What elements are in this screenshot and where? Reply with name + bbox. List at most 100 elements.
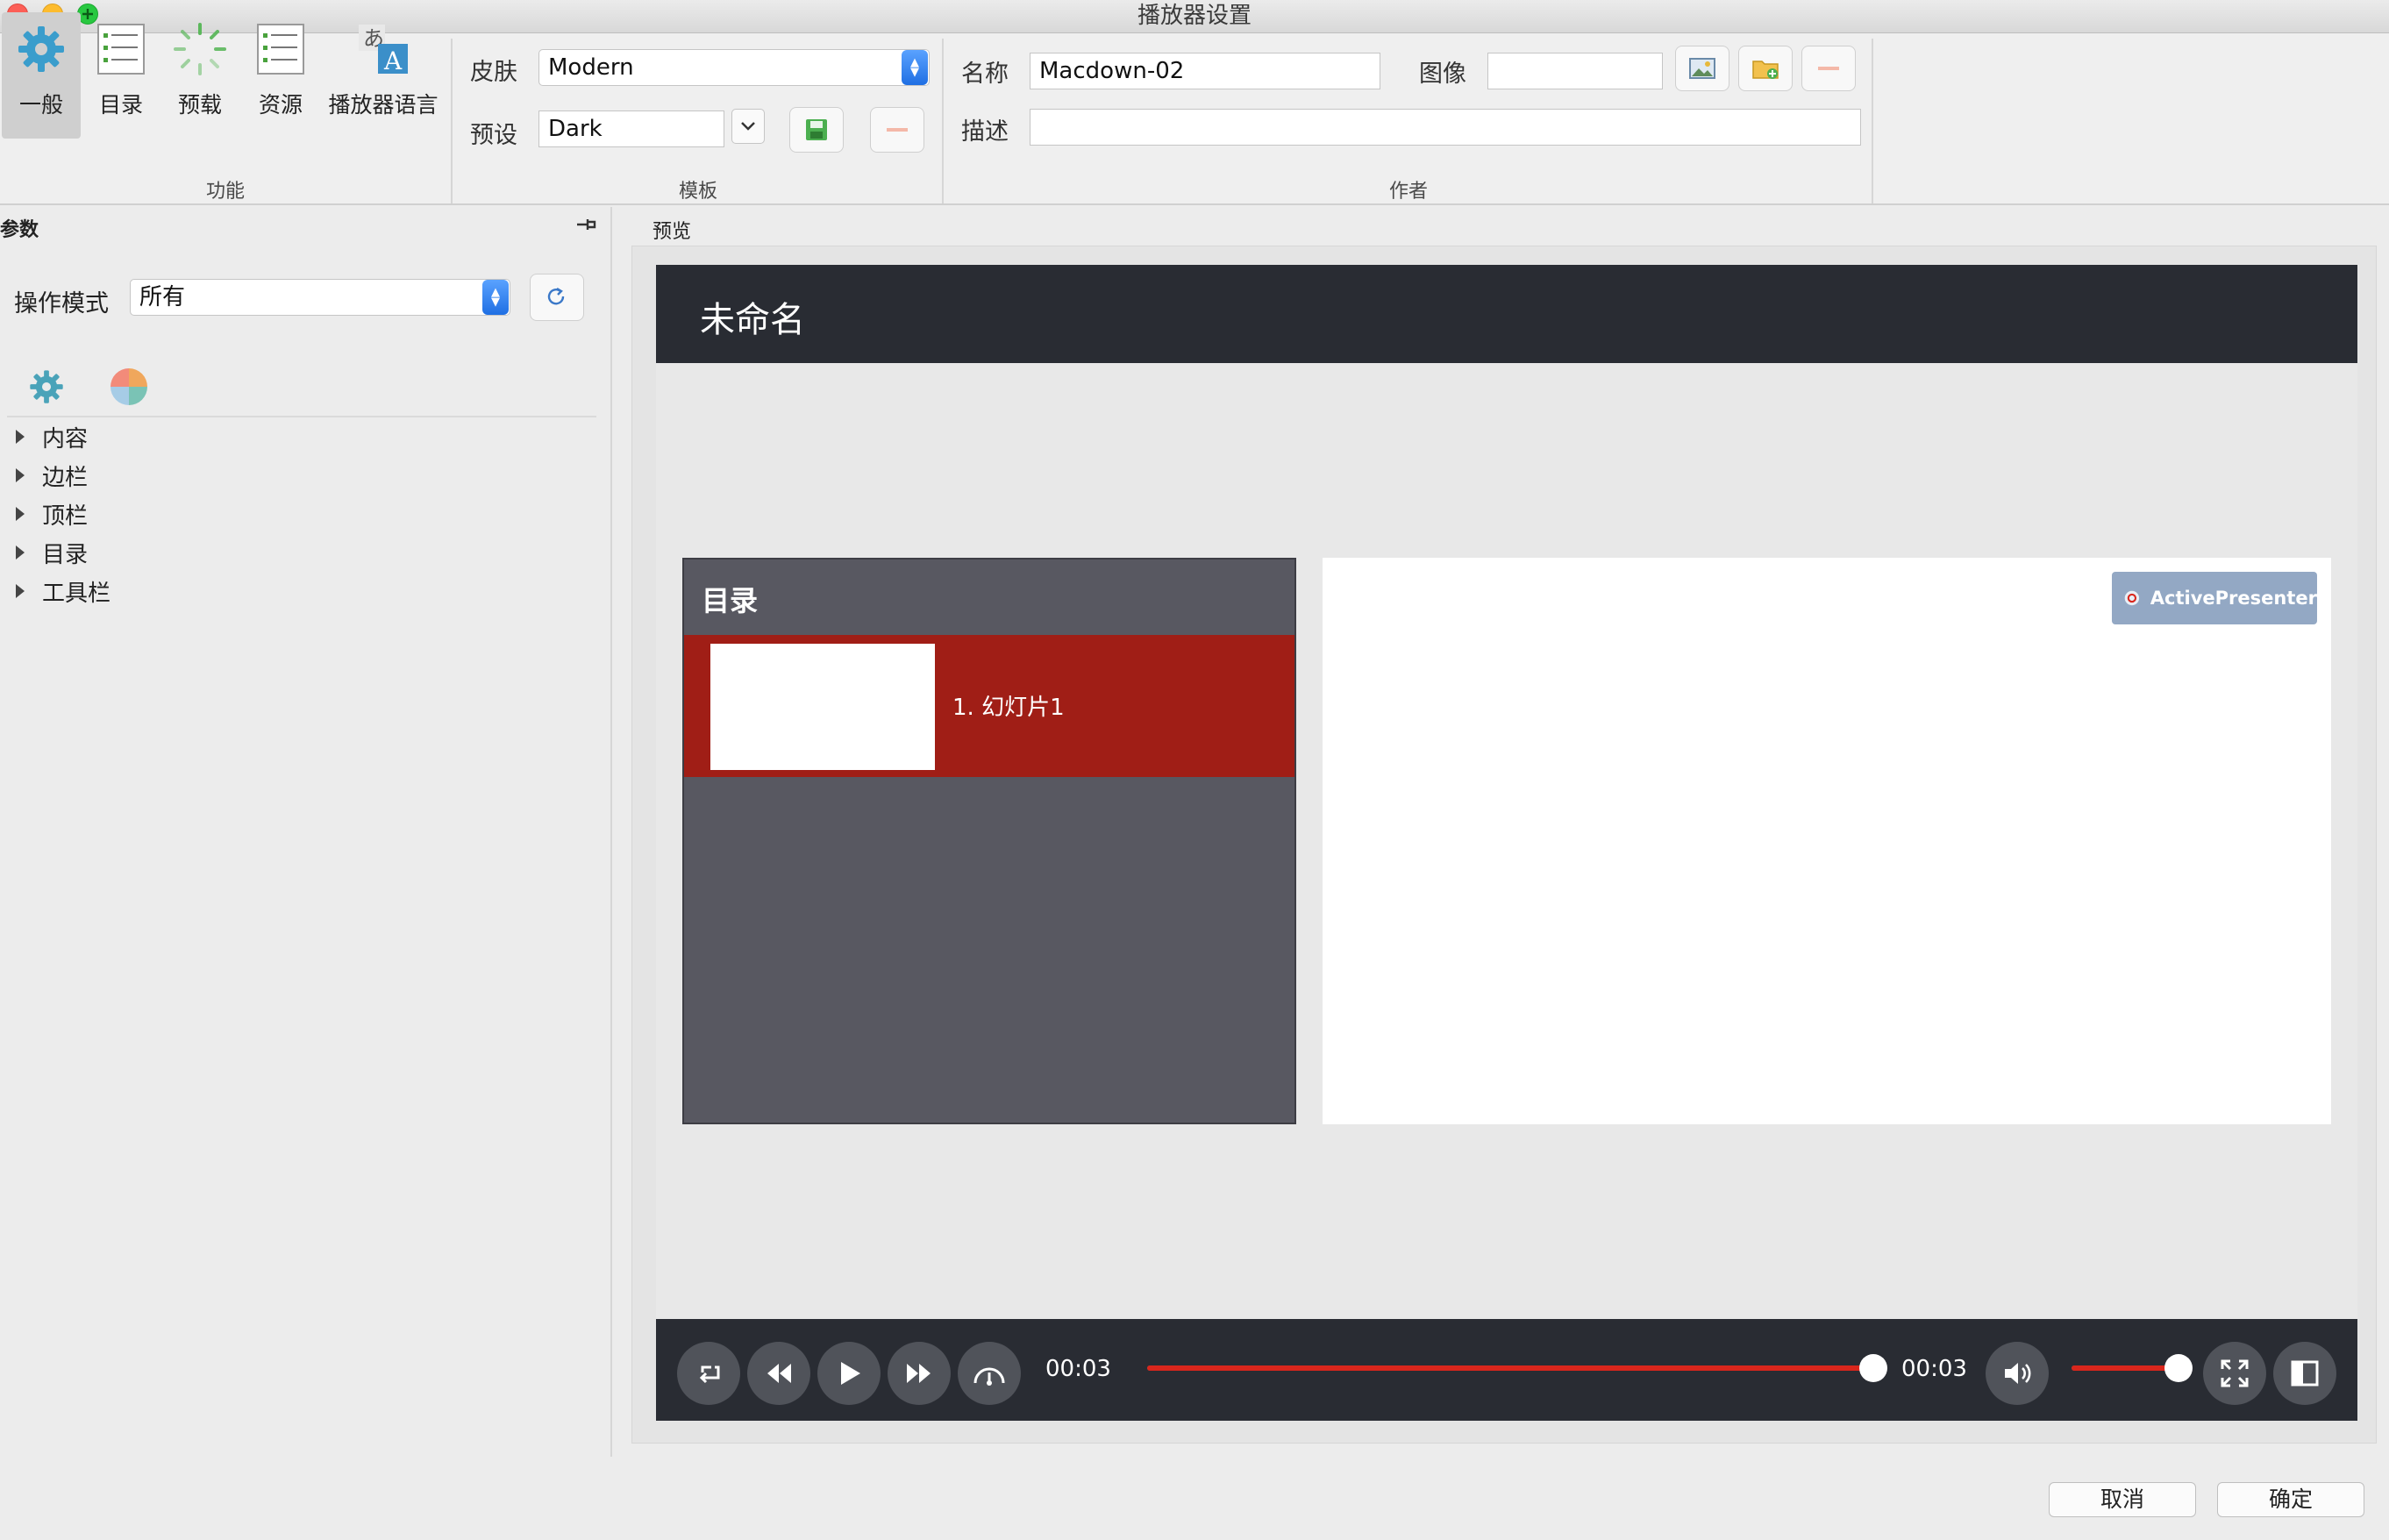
gear-icon [30,370,63,403]
open-folder-button[interactable] [1738,46,1793,91]
disclosure-triangle-icon [16,468,25,482]
params-panel-title: 参数 [0,219,39,241]
template-group-label: 模板 [678,181,717,203]
volume-slider-fill [2072,1365,2179,1371]
reset-button[interactable] [530,274,584,321]
author-group-label: 作者 [1388,181,1428,203]
slide-area: ActivePresenter [1323,558,2331,1124]
skin-select[interactable]: Modern ▲ ▼ [538,49,930,86]
watermark-badge: ActivePresenter [2112,572,2317,624]
disclosure-triangle-icon [16,545,25,560]
description-input[interactable] [1030,109,1861,146]
params-panel [0,207,612,1457]
folder-icon [1752,61,1779,79]
svg-text:A: A [383,46,403,75]
cancel-button[interactable]: 取消 [2049,1482,2196,1517]
up-down-chevron-icon: ▲ ▼ [482,280,509,315]
forward-button[interactable] [888,1342,951,1405]
tree-item-toc[interactable]: 目录 [16,535,88,570]
player-title: 未命名 [700,300,805,340]
disclosure-triangle-icon [16,584,25,598]
gear-icon [18,26,64,72]
tree-item-label: 边栏 [42,464,89,491]
activepresenter-logo-icon [2124,590,2140,606]
fullscreen-button[interactable] [2203,1342,2266,1405]
save-icon [806,119,827,140]
resources-button-label: 资源 [258,92,303,118]
preset-input[interactable]: Dark [538,111,724,147]
ok-button[interactable]: 确定 [2217,1482,2364,1517]
refresh-icon [547,287,565,305]
tree-item-sidebar[interactable]: 边栏 [16,458,88,493]
preload-button-label: 预载 [177,92,222,118]
color-wheel-icon [111,368,147,405]
total-time: 00:03 [1901,1356,1967,1382]
general-button[interactable]: 一般 [2,12,81,139]
toc-item-selected[interactable]: 1. 幻灯片1 [684,635,1294,777]
image-input[interactable] [1487,53,1663,89]
player-title-bar: 未命名 [656,265,2357,363]
replay-button[interactable] [677,1342,740,1405]
volume-slider[interactable] [2072,1354,2193,1382]
preview-label: 预览 [653,221,692,243]
tree-item-toolbar[interactable]: 工具栏 [16,574,111,609]
up-down-chevron-icon: ▲ ▼ [902,50,928,85]
mode-select-value: 所有 [139,284,186,310]
playback-speed-button[interactable] [958,1342,1021,1405]
minus-icon [1818,67,1839,70]
play-button[interactable] [817,1342,881,1405]
rewind-button[interactable] [747,1342,810,1405]
watermark-text: ActivePresenter [2150,588,2317,609]
preset-label: 预设 [470,122,517,149]
resources-list-icon [257,24,304,75]
toc-title: 目录 [702,584,759,617]
mode-select[interactable]: 所有 ▲ ▼ [130,279,510,316]
clear-image-button[interactable] [1801,46,1856,91]
loading-spinner-icon [174,23,226,75]
fullscreen-icon [2221,1359,2249,1387]
toc-panel: 目录 1. 幻灯片1 [682,558,1296,1124]
sidebar-toggle-icon [2291,1360,2319,1387]
replay-icon [699,1365,720,1384]
settings-tab[interactable] [26,367,67,407]
mode-label: 操作模式 [14,290,109,317]
name-input[interactable]: Macdown-02 [1030,53,1380,89]
tree-item-content[interactable]: 内容 [16,419,88,454]
seek-handle[interactable] [1859,1354,1887,1382]
image-label: 图像 [1419,61,1466,88]
disclosure-triangle-icon [16,507,25,521]
save-preset-button[interactable] [789,107,844,153]
volume-handle[interactable] [2164,1354,2193,1382]
language-icon: あ A [359,25,408,75]
toc-item-label: 1. 幻灯片1 [952,695,1065,721]
tree-item-topbar[interactable]: 顶栏 [16,496,88,531]
pin-icon[interactable] [575,216,598,233]
player-language-button[interactable]: あ A 播放器语言 [326,12,440,139]
player-language-button-label: 播放器语言 [328,92,439,118]
name-input-value: Macdown-02 [1039,58,1185,84]
seek-bar[interactable] [1147,1354,1887,1382]
appearance-tab[interactable] [109,367,149,407]
tree-item-label: 目录 [42,541,89,568]
minus-icon [887,128,908,132]
description-label: 描述 [961,118,1009,146]
play-icon [841,1362,860,1385]
toc-button[interactable]: 目录 [88,12,154,139]
current-time: 00:03 [1045,1356,1111,1382]
skin-select-value: Modern [548,54,634,81]
disclosure-triangle-icon [16,430,25,444]
preload-button[interactable]: 预载 [167,12,233,139]
general-button-label: 一般 [18,92,63,118]
volume-button[interactable] [1986,1342,2049,1405]
name-label: 名称 [961,61,1009,88]
fast-forward-icon [907,1364,931,1383]
function-group-label: 功能 [205,181,245,203]
remove-preset-button[interactable] [870,107,924,153]
preset-dropdown-button[interactable] [731,109,765,144]
browse-image-button[interactable] [1675,46,1729,91]
rewind-icon [767,1364,791,1383]
tree-item-label: 工具栏 [42,580,111,607]
toggle-sidebar-button[interactable] [2273,1342,2336,1405]
seek-bar-fill [1147,1365,1873,1371]
resources-button[interactable]: 资源 [247,12,314,139]
